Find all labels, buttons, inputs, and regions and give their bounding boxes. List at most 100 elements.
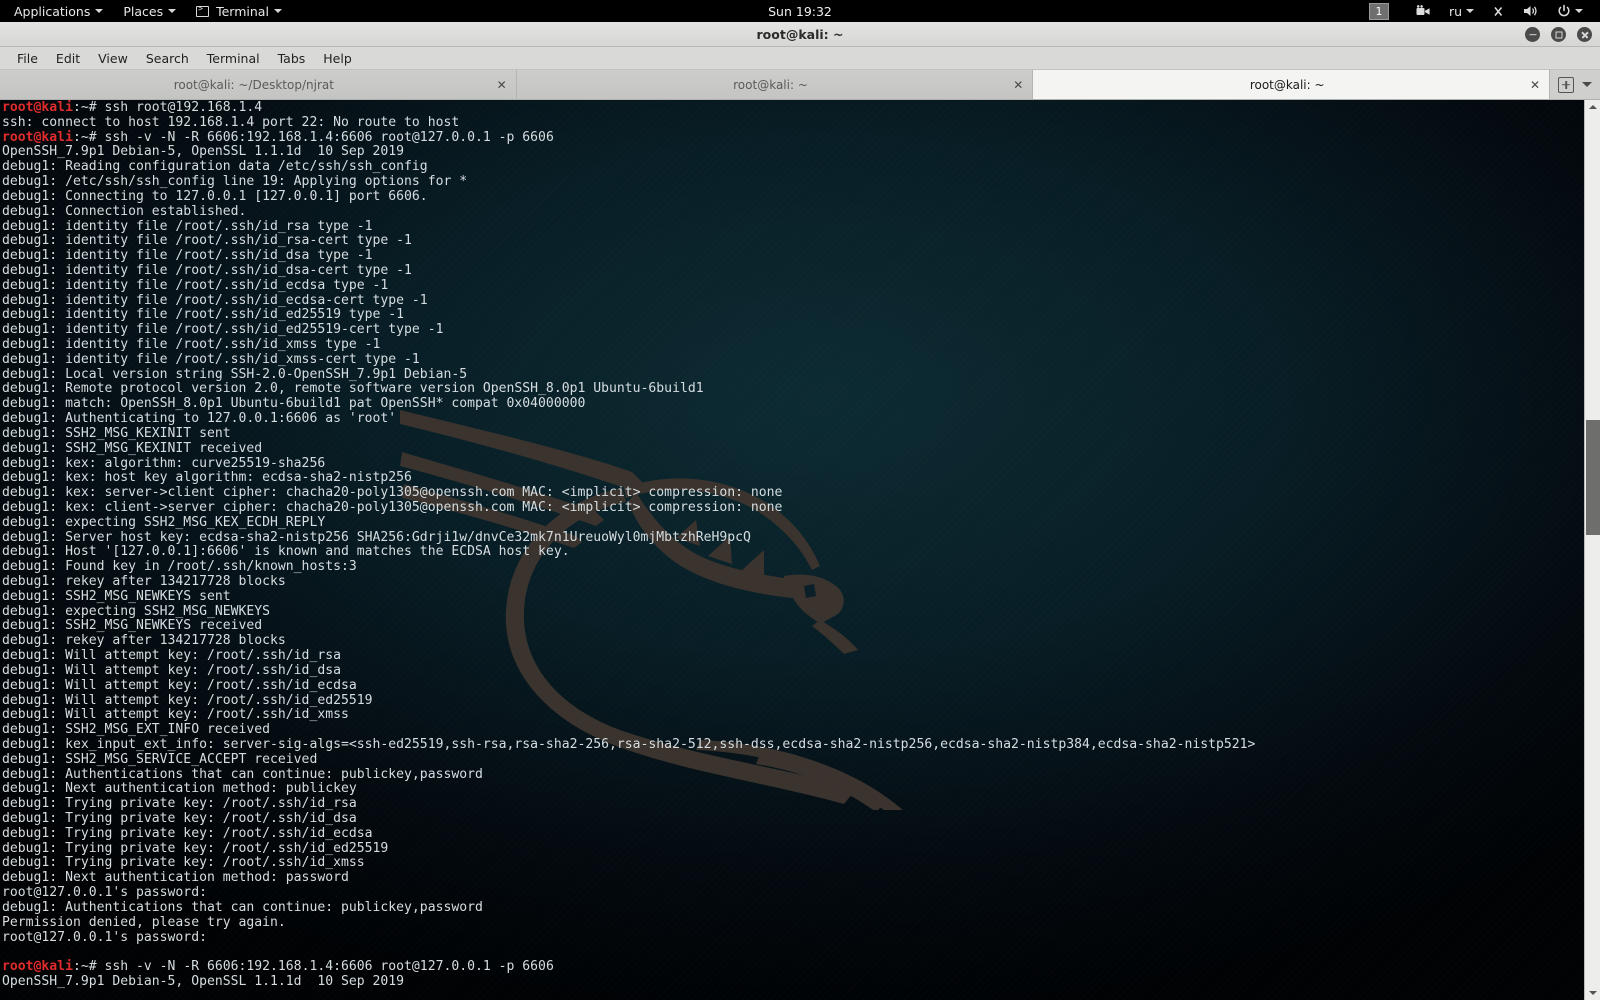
terminal-line: ssh: connect to host 192.168.1.4 port 22… <box>2 114 460 130</box>
terminal-line: OpenSSH_7.9p1 Debian-5, OpenSSL 1.1.1d 1… <box>2 973 405 989</box>
shell-prompt-user: root@kali <box>2 959 73 975</box>
menu-bar: File Edit View Search Terminal Tabs Help <box>0 47 1600 70</box>
terminal-line: debug1: Trying private key: /root/.ssh/i… <box>2 855 365 871</box>
new-tab-button[interactable] <box>1558 76 1574 93</box>
menu-item-help[interactable]: Help <box>314 47 361 70</box>
terminal-line: debug1: match: OpenSSH_8.0p1 Ubuntu-6bui… <box>2 396 586 412</box>
places-menu[interactable]: Places <box>113 0 186 22</box>
terminal-line: debug1: identity file /root/.ssh/id_ecds… <box>2 292 428 308</box>
menu-item-view[interactable]: View <box>89 47 137 70</box>
terminal-line: root@127.0.0.1's password: <box>2 929 207 945</box>
shell-prompt-path: :~# ssh root@192.168.1.4 <box>72 100 263 115</box>
terminal-line: debug1: expecting SSH2_MSG_NEWKEYS <box>2 603 271 619</box>
terminal-line: debug1: Connecting to 127.0.0.1 [127.0.0… <box>2 188 428 204</box>
terminal-line: debug1: Will attempt key: /root/.ssh/id_… <box>2 707 349 723</box>
terminal-line: debug1: SSH2_MSG_NEWKEYS sent <box>2 588 231 604</box>
terminal-line: debug1: kex: algorithm: curve25519-sha25… <box>2 455 326 471</box>
terminal-app-menu[interactable]: Terminal <box>186 0 292 22</box>
terminal-tab-label: root@kali: ~/Desktop/njrat <box>173 77 334 92</box>
window-controls <box>1525 22 1592 47</box>
terminal-tab-1[interactable]: root@kali: ~/Desktop/njrat ✕ <box>0 70 517 99</box>
terminal-line: Permission denied, please try again. <box>2 914 286 930</box>
terminal-line: debug1: identity file /root/.ssh/id_rsa-… <box>2 233 412 249</box>
terminal-line: debug1: expecting SSH2_MSG_KEX_ECDH_REPL… <box>2 514 326 530</box>
terminal-output: root@kali:~# ssh root@192.168.1.4 ssh: co… <box>0 100 1255 990</box>
volume-indicator[interactable] <box>1514 0 1548 22</box>
tab-close-icon[interactable]: ✕ <box>497 79 507 91</box>
terminal-line: debug1: rekey after 134217728 blocks <box>2 633 286 649</box>
terminal-line: debug1: kex: client->server cipher: chac… <box>2 499 783 515</box>
terminal-line: debug1: Trying private key: /root/.ssh/i… <box>2 796 357 812</box>
tab-list-chevron-down-icon[interactable] <box>1582 82 1592 87</box>
terminal-tab-label: root@kali: ~ <box>733 77 808 92</box>
minimize-button[interactable] <box>1525 27 1540 42</box>
power-menu[interactable] <box>1548 0 1592 22</box>
terminal-app-menu-label: Terminal <box>216 3 269 19</box>
chevron-down-icon <box>273 9 282 13</box>
scroll-down-button[interactable] <box>1585 986 1600 1000</box>
keyboard-layout-switcher[interactable]: ru <box>1440 0 1483 22</box>
video-camera-icon <box>1416 5 1430 15</box>
shell-prompt-path: :~# ssh -v -N -R 6606:192.168.1.4:6606 r… <box>72 129 554 145</box>
terminal-line: debug1: Trying private key: /root/.ssh/i… <box>2 825 373 841</box>
terminal-line: debug1: Reading configuration data /etc/… <box>2 159 428 175</box>
terminal-line: debug1: Trying private key: /root/.ssh/i… <box>2 811 357 826</box>
scroll-up-button[interactable] <box>1585 100 1600 114</box>
menu-item-terminal[interactable]: Terminal <box>198 47 269 70</box>
terminal-line: debug1: identity file /root/.ssh/id_ed25… <box>2 322 444 338</box>
menu-item-file[interactable]: File <box>8 47 47 70</box>
window-title: root@kali: ~ <box>756 26 844 42</box>
terminal-line: debug1: identity file /root/.ssh/id_dsa … <box>2 248 373 264</box>
tab-close-icon[interactable]: ✕ <box>1530 79 1540 91</box>
terminal-line: debug1: Authenticating to 127.0.0.1:6606… <box>2 411 397 427</box>
terminal-tab-3[interactable]: root@kali: ~ ✕ <box>1033 70 1551 99</box>
scrollbar-thumb[interactable] <box>1586 420 1600 535</box>
chevron-down-icon <box>95 9 104 13</box>
menu-item-search[interactable]: Search <box>137 47 198 70</box>
terminal-screen[interactable]: root@kali:~# ssh root@192.168.1.4 ssh: co… <box>0 100 1584 1000</box>
shell-prompt-user: root@kali <box>2 100 73 115</box>
terminal-line: OpenSSH_7.9p1 Debian-5, OpenSSL 1.1.1d 1… <box>2 144 405 160</box>
terminal-line: debug1: identity file /root/.ssh/id_xmss… <box>2 351 420 367</box>
menu-item-edit[interactable]: Edit <box>47 47 89 70</box>
menu-item-tabs[interactable]: Tabs <box>269 47 315 70</box>
applications-menu[interactable]: Applications <box>0 0 113 22</box>
tab-close-icon[interactable]: ✕ <box>1013 79 1023 91</box>
terminal-scrollbar[interactable] <box>1584 100 1600 1000</box>
bluetooth-indicator[interactable] <box>1483 0 1514 22</box>
terminal-line: debug1: Will attempt key: /root/.ssh/id_… <box>2 692 373 708</box>
terminal-line: debug1: Connection established. <box>2 203 247 219</box>
terminal-line: debug1: identity file /root/.ssh/id_ed25… <box>2 307 405 323</box>
terminal-tab-label: root@kali: ~ <box>1249 77 1325 92</box>
terminal-line: debug1: kex: host key algorithm: ecdsa-s… <box>2 470 412 486</box>
terminal-tab-2[interactable]: root@kali: ~ ✕ <box>516 70 1034 99</box>
terminal-line: debug1: Next authentication method: publ… <box>2 781 357 797</box>
shell-prompt-user: root@kali <box>2 129 73 145</box>
terminal-line: root@kali:~# ssh -v -N -R 6606:192.168.1… <box>2 129 1255 146</box>
terminal-line: debug1: Next authentication method: pass… <box>2 870 349 886</box>
terminal-line: debug1: rekey after 134217728 blocks <box>2 574 286 589</box>
keyboard-layout-label: ru <box>1448 3 1462 19</box>
terminal-line: debug1: SSH2_MSG_KEXINIT received <box>2 440 263 456</box>
chevron-down-icon <box>1575 9 1583 13</box>
screen-recorder-icon[interactable] <box>1407 0 1440 22</box>
applications-menu-label: Applications <box>14 3 91 19</box>
terminal-line: debug1: Authentications that can continu… <box>2 899 483 915</box>
chevron-up-icon <box>1588 105 1597 109</box>
tab-bar-controls <box>1550 70 1600 99</box>
workspace-indicator[interactable]: 1 <box>1368 2 1389 20</box>
terminal-line: debug1: Local version string SSH-2.0-Ope… <box>2 366 468 382</box>
chevron-down-icon <box>1466 9 1474 13</box>
shell-prompt-path: :~# ssh -v -N -R 6606:192.168.1.4:6606 r… <box>72 959 554 975</box>
close-button[interactable] <box>1577 27 1592 42</box>
terminal-line: debug1: SSH2_MSG_EXT_INFO received <box>2 722 271 738</box>
desktop-top-panel: Applications Places Terminal Sun 19:32 1… <box>0 0 1600 22</box>
maximize-button[interactable] <box>1551 27 1566 42</box>
terminal-line: debug1: identity file /root/.ssh/id_ecds… <box>2 277 389 293</box>
terminal-line: root@127.0.0.1's password: <box>2 885 207 901</box>
terminal-line: debug1: SSH2_MSG_KEXINIT sent <box>2 425 231 441</box>
terminal-line: debug1: Found key in /root/.ssh/known_ho… <box>2 559 357 575</box>
power-icon <box>1558 4 1570 17</box>
system-tray: 1 ru <box>1368 0 1600 22</box>
terminal-icon <box>196 4 210 17</box>
